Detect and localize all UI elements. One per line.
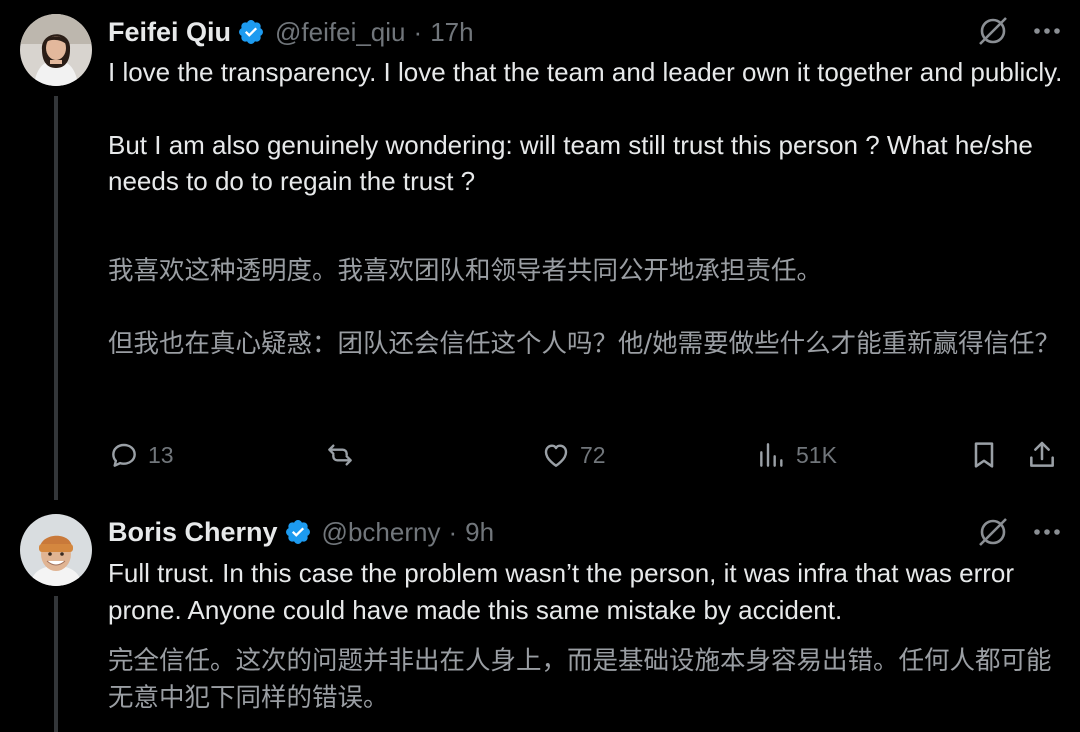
translated-text: 我喜欢这种透明度。我喜欢团队和领导者共同公开地承担责任。 但我也在真心疑惑：团队… [108, 253, 1063, 362]
grok-icon[interactable] [976, 515, 1010, 549]
repost-button[interactable] [324, 435, 356, 475]
tweet-header: Feifei Qiu @feifei_qiu · 17h [108, 12, 474, 52]
tweet-paragraph: Full trust. In this case the problem was… [108, 558, 1015, 625]
translated-text: 完全信任。这次的问题并非出在人身上，而是基础设施本身容易出错。任何人都可能无意中… [108, 643, 1063, 716]
verified-badge-icon [285, 520, 310, 544]
avatar[interactable] [20, 14, 92, 86]
like-button[interactable]: 72 [540, 435, 606, 475]
action-bar: 13 72 51K [108, 435, 1058, 475]
tweet-paragraph: But I am also genuinely wondering: will … [108, 129, 1033, 197]
translated-paragraph: 我喜欢这种透明度。我喜欢团队和领导者共同公开地承担责任。 [108, 256, 823, 286]
share-icon [1030, 441, 1054, 467]
reply-button[interactable]: 13 [108, 435, 174, 475]
translated-paragraph: 完全信任。这次的问题并非出在人身上，而是基础设施本身容易出错。任何人都可能无意中… [108, 646, 1052, 713]
views-button[interactable]: 51K [756, 435, 837, 475]
translated-paragraph: 但我也在真心疑惑：团队还会信任这个人吗？他/她需要做些什么才能重新赢得信任？ [108, 328, 1061, 359]
grok-icon[interactable] [976, 14, 1010, 48]
avatar[interactable] [20, 514, 92, 586]
bookmark-icon [974, 442, 994, 468]
views-chart-icon [760, 443, 783, 467]
tweet-top-actions [976, 14, 1062, 48]
reply-icon [112, 443, 136, 467]
separator-dot: · [413, 16, 423, 47]
tweet-top-actions [976, 515, 1062, 549]
heart-icon [544, 444, 568, 467]
separator-dot: · [448, 516, 458, 547]
tweet-text: Full trust. In this case the problem was… [108, 555, 1063, 628]
like-count: 72 [580, 441, 606, 468]
repost-icon [328, 444, 352, 466]
verified-badge-icon [239, 20, 263, 44]
more-options-icon[interactable] [1032, 16, 1062, 46]
author-name[interactable]: Feifei Qiu [108, 17, 231, 48]
views-count: 51K [796, 441, 837, 468]
author-handle[interactable]: @bcherny [322, 517, 441, 548]
tweet-header: Boris Cherny @bcherny · 9h [108, 512, 494, 552]
timestamp[interactable]: 9h [465, 517, 494, 548]
bookmark-button[interactable] [968, 435, 1000, 475]
tweet-paragraph: I love the transparency. I love that the… [108, 57, 1063, 87]
more-options-icon[interactable] [1032, 517, 1062, 547]
thread-line [54, 96, 58, 500]
share-button[interactable] [1026, 435, 1058, 475]
thread-line [54, 596, 58, 732]
reply-count: 13 [148, 441, 174, 468]
tweet-text: I love the transparency. I love that the… [108, 54, 1063, 200]
author-handle[interactable]: @feifei_qiu [275, 17, 405, 48]
author-name[interactable]: Boris Cherny [108, 517, 278, 548]
timestamp[interactable]: 17h [430, 17, 473, 48]
